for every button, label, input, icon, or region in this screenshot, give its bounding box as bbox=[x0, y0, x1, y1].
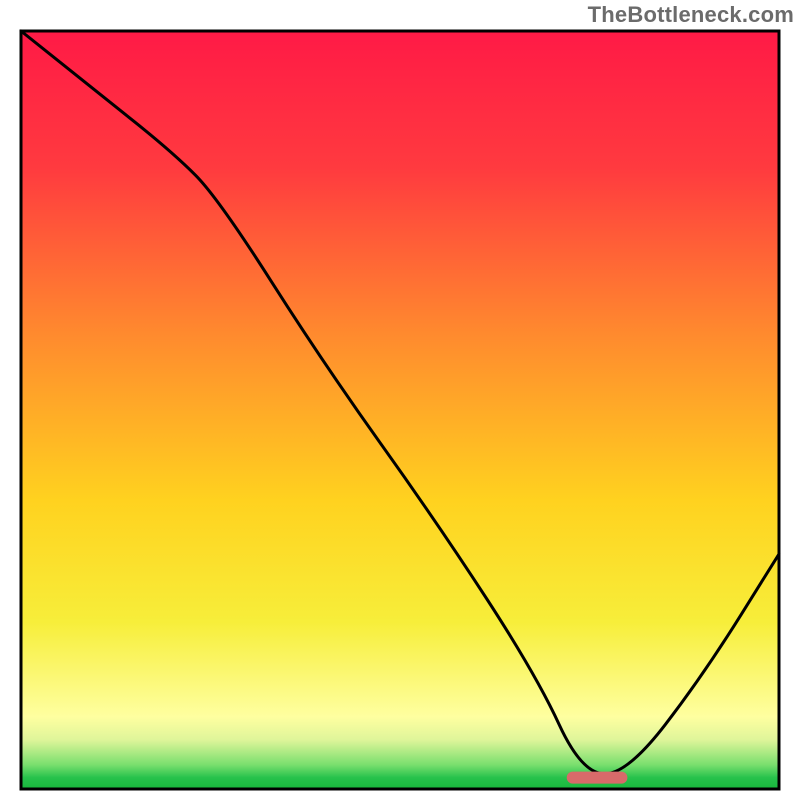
optimum-marker bbox=[567, 772, 628, 784]
bottleneck-chart bbox=[0, 0, 800, 800]
plot-background bbox=[21, 31, 779, 789]
chart-container: TheBottleneck.com bbox=[0, 0, 800, 800]
